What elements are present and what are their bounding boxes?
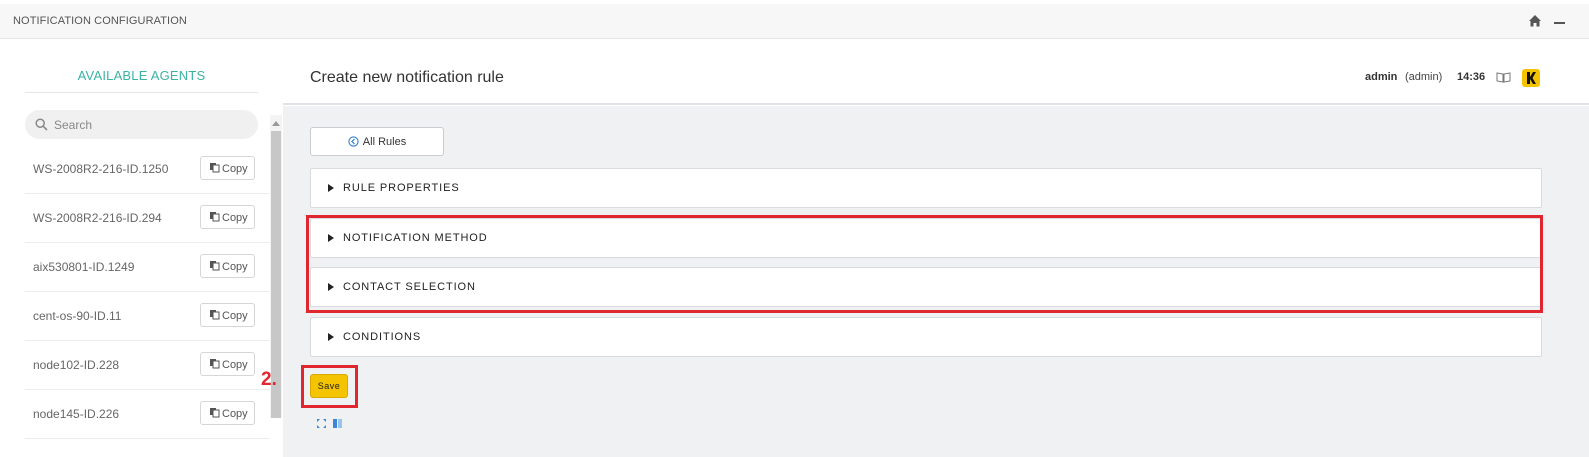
- agents-panel: AVAILABLE AGENTS WS-2008R2-216-ID.1250 Co…: [0, 39, 283, 457]
- agents-title: AVAILABLE AGENTS: [77, 68, 206, 83]
- clock: 14:36: [1457, 71, 1486, 83]
- scroll-up-arrow-icon[interactable]: [272, 121, 280, 126]
- copy-icon: [210, 260, 220, 270]
- agent-name: node145-ID.226: [33, 407, 120, 421]
- agent-row: node102-ID.228 Copy: [25, 341, 270, 390]
- copy-icon: [210, 358, 220, 368]
- copy-icon: [210, 407, 220, 417]
- divider: [25, 92, 258, 93]
- user-name[interactable]: admin: [1365, 71, 1397, 83]
- book-icon[interactable]: [1496, 72, 1511, 83]
- expand-icon[interactable]: [316, 418, 327, 429]
- agent-name: node102-ID.228: [33, 358, 120, 372]
- search-input[interactable]: [54, 116, 244, 134]
- expand-arrow-icon: [328, 283, 334, 291]
- search-box: [25, 110, 258, 139]
- top-bar: NOTIFICATION CONFIGURATION: [0, 0, 1589, 39]
- agent-row: aix530801-ID.1249 Copy: [25, 243, 270, 292]
- agent-row: cent-os-90-ID.11 Copy: [25, 292, 270, 341]
- agent-name: cent-os-90-ID.11: [33, 309, 122, 323]
- expand-arrow-icon: [328, 333, 334, 341]
- copy-button[interactable]: Copy: [200, 156, 255, 180]
- copy-button[interactable]: Copy: [200, 254, 255, 278]
- copy-label: Copy: [222, 309, 248, 322]
- k-logo-icon[interactable]: [1522, 69, 1540, 87]
- copy-button[interactable]: Copy: [200, 401, 255, 425]
- section-contact-selection[interactable]: CONTACT SELECTION: [310, 267, 1542, 307]
- copy-icon: [210, 211, 220, 221]
- agent-row: node145-ID.226 Copy: [25, 390, 270, 439]
- window-title: NOTIFICATION CONFIGURATION: [13, 15, 187, 27]
- copy-button[interactable]: Copy: [200, 205, 255, 229]
- section-label: RULE PROPERTIES: [343, 182, 460, 194]
- back-circle-icon: [348, 135, 359, 147]
- home-icon[interactable]: [1528, 14, 1542, 28]
- copy-icon: [210, 162, 220, 172]
- section-notification-method[interactable]: NOTIFICATION METHOD: [310, 218, 1542, 258]
- copy-label: Copy: [222, 358, 248, 371]
- copy-label: Copy: [222, 260, 248, 273]
- copy-label: Copy: [222, 211, 248, 224]
- user-role: (admin): [1405, 71, 1443, 83]
- main-header: Create new notification rule admin (admi…: [283, 39, 1589, 105]
- agent-row: WS-2008R2-216-ID.294 Copy: [25, 194, 270, 243]
- agent-name: aix530801-ID.1249: [33, 260, 135, 274]
- columns-icon[interactable]: [332, 418, 343, 429]
- section-label: NOTIFICATION METHOD: [343, 232, 488, 244]
- copy-button[interactable]: Copy: [200, 352, 255, 376]
- expand-arrow-icon: [328, 234, 334, 242]
- copy-label: Copy: [222, 162, 248, 175]
- agent-name: WS-2008R2-216-ID.294: [33, 211, 162, 225]
- section-conditions[interactable]: CONDITIONS: [310, 317, 1542, 357]
- section-label: CONDITIONS: [343, 331, 422, 343]
- save-button[interactable]: Save: [310, 374, 348, 398]
- all-rules-label: All Rules: [362, 135, 407, 148]
- minus-icon[interactable]: [1554, 22, 1565, 24]
- expand-arrow-icon: [328, 184, 334, 192]
- step-annotation: 2.: [261, 369, 277, 390]
- copy-button[interactable]: Copy: [200, 303, 255, 327]
- page-title: Create new notification rule: [310, 69, 504, 86]
- search-icon: [35, 118, 48, 131]
- copy-label: Copy: [222, 407, 248, 420]
- section-rule-properties[interactable]: RULE PROPERTIES: [310, 168, 1542, 208]
- agent-row: WS-2008R2-216-ID.1250 Copy: [25, 145, 270, 194]
- agent-name: WS-2008R2-216-ID.1250: [33, 162, 169, 176]
- section-label: CONTACT SELECTION: [343, 281, 476, 293]
- rule-editor: All Rules RULE PROPERTIES NOTIFICATION M…: [283, 106, 1589, 457]
- all-rules-button[interactable]: All Rules: [310, 127, 444, 156]
- agent-list: WS-2008R2-216-ID.1250 Copy WS-2008R2-216-I…: [25, 145, 270, 439]
- copy-icon: [210, 309, 220, 319]
